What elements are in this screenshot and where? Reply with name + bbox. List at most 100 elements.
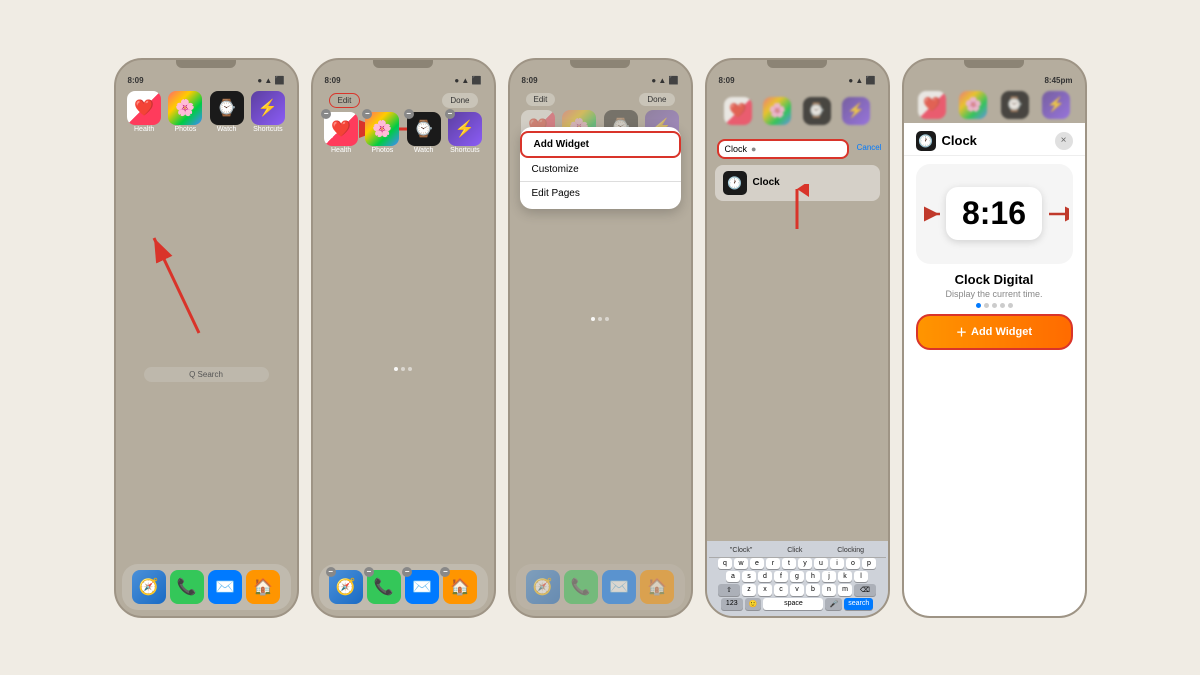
app-health-2-wrapper: − ❤️ Health [324,112,358,154]
close-x-label: × [1061,135,1067,146]
key-l[interactable]: l [854,571,868,582]
app-watch-wrapper: ⌚ Watch [210,91,244,133]
key-delete[interactable]: ⌫ [854,584,876,596]
key-123[interactable]: 123 [721,598,743,610]
widget-title-label: Clock Digital [904,272,1085,287]
done-button-3[interactable]: Done [639,93,674,106]
key-shift[interactable]: ⇧ [718,584,740,596]
key-n[interactable]: n [822,584,836,596]
dock-safari-3[interactable]: 🧭 [526,570,560,604]
dock-home[interactable]: 🏠 [246,570,280,604]
edit-button[interactable]: Edit [329,93,361,108]
bg-h5: ❤️ [918,91,946,119]
key-g[interactable]: g [790,571,804,582]
key-f[interactable]: f [774,571,788,582]
key-e[interactable]: e [750,558,764,569]
key-space[interactable]: space [763,598,823,610]
arrow-left-icon[interactable] [920,202,944,226]
app-watch-2[interactable]: − ⌚ [407,112,441,146]
key-r[interactable]: r [766,558,780,569]
key-o[interactable]: o [846,558,860,569]
delete-health[interactable]: − [321,109,331,119]
key-c[interactable]: c [774,584,788,596]
key-t[interactable]: t [782,558,796,569]
cancel-button-4[interactable]: Cancel [857,143,882,152]
clear-icon[interactable]: ● [751,144,756,154]
app-shortcuts[interactable]: ⚡ [251,91,285,125]
search-value: Clock [725,144,748,154]
arrow-right-icon[interactable] [1045,202,1069,226]
key-k[interactable]: k [838,571,852,582]
key-y[interactable]: y [798,558,812,569]
key-q[interactable]: q [718,558,732,569]
dock-mail[interactable]: ✉️ [208,570,242,604]
app-photos-2[interactable]: − 🌸 [365,112,399,146]
d-s2[interactable]: − [326,567,336,577]
menu-add-widget[interactable]: Add Widget [520,131,681,158]
dock-phone-2[interactable]: −📞 [367,570,401,604]
key-emoji[interactable]: 🙂 [745,598,762,610]
dock-mail-3[interactable]: ✉️ [602,570,636,604]
add-widget-button[interactable]: ＋ Add Widget [916,314,1073,350]
delete-shortcuts[interactable]: − [445,109,455,119]
page-dots-2 [321,367,486,371]
sugg-3[interactable]: Clocking [837,547,864,554]
dock-phone[interactable]: 📞 [170,570,204,604]
key-m[interactable]: m [838,584,852,596]
key-a[interactable]: a [726,571,740,582]
dock-phone-3[interactable]: 📞 [564,570,598,604]
dock-safari[interactable]: 🧭 [132,570,166,604]
menu-edit-pages[interactable]: Edit Pages [520,182,681,205]
delete-watch[interactable]: − [404,109,414,119]
key-b[interactable]: b [806,584,820,596]
key-u[interactable]: u [814,558,828,569]
key-mic[interactable]: 🎤 [825,598,842,610]
d-h2[interactable]: − [440,567,450,577]
key-x[interactable]: x [758,584,772,596]
page-dot-3 [408,367,412,371]
key-z[interactable]: z [742,584,756,596]
app-watch[interactable]: ⌚ [210,91,244,125]
done-button[interactable]: Done [442,93,477,108]
key-j[interactable]: j [822,571,836,582]
kbd-row-1: q w e r t y u i o p [709,558,886,569]
delete-photos[interactable]: − [362,109,372,119]
bg-w5: ⌚ [1001,91,1029,119]
sugg-1[interactable]: "Clock" [730,547,752,554]
red-arrow-1 [144,223,224,343]
key-h[interactable]: h [806,571,820,582]
signal-1: ● ▲ ⬛ [257,76,284,85]
sugg-2[interactable]: Click [787,547,802,554]
widget-preview-area: 8:16 [916,164,1073,264]
search-bar-1[interactable]: Q Search [144,367,269,382]
app-health[interactable]: ❤️ [127,91,161,125]
d-m2[interactable]: − [402,567,412,577]
key-v[interactable]: v [790,584,804,596]
search-input-box[interactable]: Clock ● [717,139,849,159]
app-photos-label: Photos [174,126,196,133]
key-w[interactable]: w [734,558,748,569]
dock-safari-2[interactable]: −🧭 [329,570,363,604]
edit-button-3[interactable]: Edit [526,93,556,106]
app-health-label: Health [134,126,154,133]
blurred-apps-4: ❤️ 🌸 ⌚ ⚡ [711,91,884,131]
dock-mail-2[interactable]: −✉️ [405,570,439,604]
arrow-up-svg [785,184,809,234]
menu-customize[interactable]: Customize [520,158,681,182]
key-p[interactable]: p [862,558,876,569]
key-i[interactable]: i [830,558,844,569]
wp-close-button[interactable]: × [1055,132,1073,150]
key-d[interactable]: d [758,571,772,582]
result-name: Clock [753,177,780,188]
app-health-2[interactable]: − ❤️ [324,112,358,146]
app-shortcuts-2[interactable]: − ⚡ [448,112,482,146]
screen4-phone: 8:09 ● ▲ ⬛ ❤️ 🌸 ⌚ ⚡ Clock ● Cancel [705,58,890,618]
app-photos[interactable]: 🌸 [168,91,202,125]
screen3-content: Edit Done ❤️ 🌸 ⌚ ⚡ Add Widget Customize … [510,87,691,560]
key-s[interactable]: s [742,571,756,582]
d-p2[interactable]: − [364,567,374,577]
dock-home-3[interactable]: 🏠 [640,570,674,604]
pg3-dot3 [605,317,609,321]
key-search[interactable]: search [844,598,873,610]
dock-home-2[interactable]: −🏠 [443,570,477,604]
